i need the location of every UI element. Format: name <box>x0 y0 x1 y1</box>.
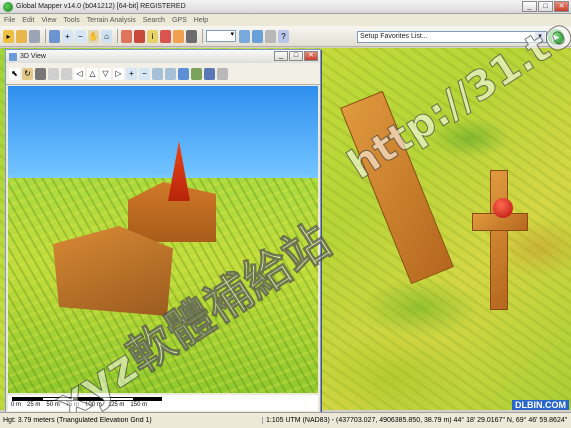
arrow-up-icon[interactable]: △ <box>87 67 98 80</box>
toolbar-divider <box>117 29 118 43</box>
3d-view-title-bar: 3D View _ □ ✕ <box>6 50 320 63</box>
layers-icon[interactable] <box>49 29 60 43</box>
3d-view-icon[interactable] <box>239 29 250 43</box>
scale-label: 25 m <box>27 402 41 408</box>
status-elevation: Hgt: 3.79 meters (Triangulated Elevation… <box>3 417 152 424</box>
fly-icon[interactable] <box>61 67 72 80</box>
main-toolbar: ▸ + − ✋ ⌂ i ? Setup Favorites List... ▾ … <box>0 26 571 47</box>
gps-icon[interactable] <box>252 29 263 43</box>
map-building <box>490 170 508 310</box>
3d-view-icon <box>9 52 17 61</box>
measure-icon[interactable] <box>121 29 132 43</box>
vertical-exag-down-icon[interactable] <box>165 67 176 80</box>
zoom-in-icon[interactable]: + <box>62 29 73 43</box>
path-profile-icon[interactable] <box>160 29 171 43</box>
folder-icon[interactable] <box>16 29 27 43</box>
3d-minimize-button[interactable]: _ <box>274 51 288 61</box>
settings-icon[interactable] <box>265 29 276 43</box>
toolbar-divider <box>45 29 46 43</box>
window-controls: _ □ ✕ <box>522 1 569 12</box>
corner-logo: DLBIN.COM <box>512 400 569 410</box>
scale-label: 150 m <box>130 402 148 408</box>
binoculars-icon[interactable] <box>186 29 197 43</box>
3d-view-controls: _ □ ✕ <box>274 51 318 61</box>
pan-icon[interactable]: ✋ <box>88 29 99 43</box>
layer-select[interactable] <box>206 30 236 42</box>
zoom-out-icon[interactable]: − <box>75 29 86 43</box>
open-icon[interactable]: ▸ <box>3 29 14 43</box>
feature-info-icon[interactable]: i <box>147 29 158 43</box>
title-bar: Global Mapper v14.0 (b041212) [64-bit] R… <box>0 0 571 14</box>
help-icon[interactable]: ? <box>278 29 289 43</box>
rotate-icon[interactable]: ↻ <box>22 67 33 80</box>
print-icon[interactable] <box>29 29 40 43</box>
toolbar-divider <box>202 29 203 43</box>
menu-terrain-analysis[interactable]: Terrain Analysis <box>87 17 136 24</box>
arrow-down-icon[interactable]: ▽ <box>100 67 111 80</box>
home-icon[interactable]: ⌂ <box>101 29 112 43</box>
favorites-select-label: Setup Favorites List... <box>360 33 428 40</box>
menu-tools[interactable]: Tools <box>63 17 79 24</box>
terrain-icon[interactable] <box>191 67 202 80</box>
app-window: Global Mapper v14.0 (b041212) [64-bit] R… <box>0 0 571 428</box>
select-icon[interactable]: ⬉ <box>9 67 20 80</box>
menu-edit[interactable]: Edit <box>22 17 34 24</box>
window-title: Global Mapper v14.0 (b041212) [64-bit] R… <box>16 3 186 10</box>
binoculars-icon[interactable] <box>35 67 46 80</box>
view-shed-icon[interactable] <box>173 29 184 43</box>
water-icon[interactable] <box>178 67 189 80</box>
menu-bar: File Edit View Tools Terrain Analysis Se… <box>0 14 571 26</box>
settings-icon[interactable] <box>217 67 228 80</box>
maximize-button[interactable]: □ <box>538 1 553 12</box>
save-icon[interactable] <box>204 67 215 80</box>
scale-label: 0 m <box>11 402 22 408</box>
zoom-in-icon[interactable]: + <box>126 67 137 80</box>
arrow-right-icon[interactable]: ▷ <box>113 67 124 80</box>
status-bar: Hgt: 3.79 meters (Triangulated Elevation… <box>0 412 571 428</box>
menu-help[interactable]: Help <box>194 17 208 24</box>
app-logo-icon <box>3 1 13 12</box>
3d-close-button[interactable]: ✕ <box>304 51 318 61</box>
menu-file[interactable]: File <box>4 17 15 24</box>
map-dome <box>493 198 513 218</box>
arrow-left-icon[interactable]: ◁ <box>74 67 85 80</box>
walk-icon[interactable] <box>48 67 59 80</box>
3d-view-title: 3D View <box>20 53 46 60</box>
menu-gps[interactable]: GPS <box>172 17 187 24</box>
minimize-button[interactable]: _ <box>522 1 537 12</box>
3d-view-toolbar: ⬉ ↻ ◁ △ ▽ ▷ + − <box>6 63 320 85</box>
3d-spire <box>168 141 190 201</box>
zoom-out-icon[interactable]: − <box>139 67 150 80</box>
vertical-exag-up-icon[interactable] <box>152 67 163 80</box>
menu-view[interactable]: View <box>41 17 56 24</box>
status-coordinates: 1:105 UTM (NAD83) - (437703.027, 4906385… <box>262 417 567 424</box>
digitize-icon[interactable] <box>134 29 145 43</box>
3d-maximize-button[interactable]: □ <box>289 51 303 61</box>
menu-search[interactable]: Search <box>143 17 165 24</box>
